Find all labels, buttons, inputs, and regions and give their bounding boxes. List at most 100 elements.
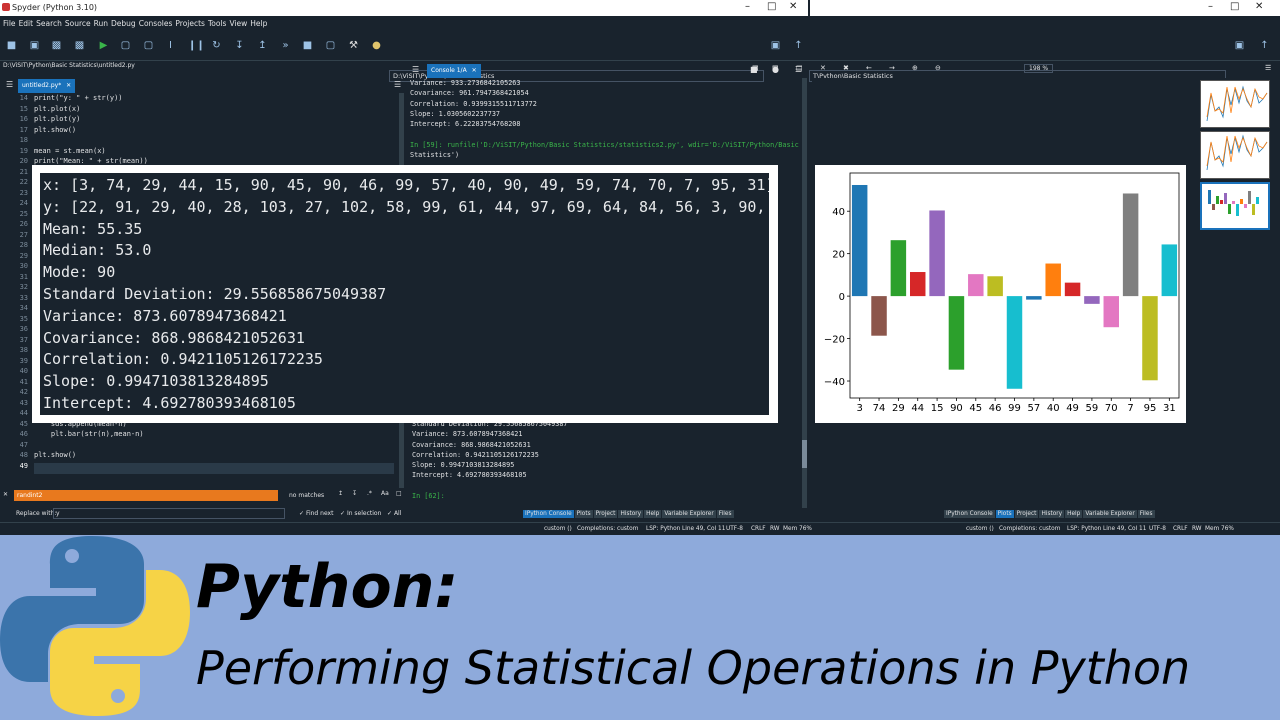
new-file-icon[interactable]: ■ (6, 40, 17, 51)
bottom-tab[interactable]: Help (644, 510, 662, 518)
find-next-icon[interactable]: ↧ (352, 490, 357, 497)
console-scrollbar-thumb[interactable] (802, 440, 807, 468)
bottom-tab[interactable]: Project (593, 510, 618, 518)
close-icon[interactable]: ✕ (789, 1, 797, 12)
menu-item[interactable]: Projects (175, 19, 205, 28)
output-line: Covariance: 868.9868421052631 (43, 328, 305, 347)
debug-icon[interactable]: ❙❙ (188, 40, 205, 51)
menu-item[interactable]: Edit (19, 19, 34, 28)
tab-untitled2[interactable]: untitled2.py* ✕ (18, 79, 76, 93)
line-number: 14 (19, 94, 28, 102)
line-number: 19 (19, 146, 28, 155)
menu-item[interactable]: Search (36, 19, 62, 28)
bottom-tab[interactable]: Plots (574, 510, 593, 518)
preferences-icon[interactable]: ⚒ (348, 40, 359, 51)
stop-icon[interactable]: ■ (302, 40, 313, 51)
parent-dir-icon[interactable]: ↑ (793, 40, 804, 51)
menu-item[interactable]: Source (65, 19, 91, 28)
parent-dir-icon-right[interactable]: ↑ (1259, 40, 1270, 51)
plots-save-all-icon[interactable]: ▩ (772, 64, 779, 72)
maximize-icon-right[interactable]: □ (1230, 1, 1239, 12)
save-icon[interactable]: ▩ (51, 40, 62, 51)
plot-thumbnail-3[interactable] (1200, 182, 1270, 230)
maximize-icon[interactable]: □ (767, 1, 776, 12)
tab-list-icon[interactable]: ☰ (6, 80, 13, 89)
line-number: 33 (19, 293, 28, 302)
menu-item[interactable]: Consoles (139, 19, 173, 28)
step-into-icon[interactable]: ↧ (234, 40, 245, 51)
word-icon[interactable]: □ (396, 490, 402, 497)
console-tab-close-icon[interactable]: ✕ (472, 67, 477, 74)
step-return-icon[interactable]: ↥ (257, 40, 268, 51)
run-selection-icon[interactable]: I (165, 40, 176, 51)
close-find-icon[interactable]: ✕ (3, 491, 8, 498)
menu-item[interactable]: Tools (208, 19, 226, 28)
open-file-icon[interactable]: ▣ (29, 40, 40, 51)
plots-prev-icon[interactable]: ← (866, 64, 872, 72)
menu-item[interactable]: View (229, 19, 247, 28)
bottom-tab[interactable]: History (618, 510, 644, 518)
plot-thumbnail-1[interactable] (1200, 80, 1270, 128)
plot-thumbnail-2[interactable] (1200, 131, 1270, 179)
x-tick-label: 45 (969, 403, 982, 414)
continue-icon[interactable]: » (280, 40, 291, 51)
minimize-icon-right[interactable]: – (1208, 1, 1213, 12)
replace-input[interactable]: y (53, 508, 285, 519)
menu-item[interactable]: Help (250, 19, 267, 28)
browse-folder-icon[interactable]: ▣ (770, 40, 781, 51)
regex-icon[interactable]: .* (367, 490, 372, 497)
bottom-tab[interactable]: Files (1137, 510, 1155, 518)
browse-folder-icon-right[interactable]: ▣ (1234, 40, 1245, 51)
save-all-icon[interactable]: ▩ (74, 40, 85, 51)
bottom-tab[interactable]: Plots (995, 510, 1014, 518)
console-list-icon[interactable]: ☰ (412, 65, 419, 74)
find-next-button[interactable]: ✓ Find next (299, 510, 333, 517)
python-path-icon[interactable]: ● (371, 40, 382, 51)
case-icon[interactable]: Aa (381, 490, 389, 497)
menu-item[interactable]: File (3, 19, 16, 28)
menu-item[interactable]: Run (94, 19, 108, 28)
plots-zoom-out-icon[interactable]: ⊖ (935, 64, 941, 72)
minimize-icon[interactable]: – (745, 1, 750, 12)
plots-options-icon[interactable]: ☰ (1265, 64, 1271, 72)
plots-next-icon[interactable]: → (889, 64, 895, 72)
maximize-pane-icon[interactable]: ▢ (325, 40, 336, 51)
console-line: Correlation: 0.9399315511713772 (410, 99, 537, 108)
run-icon[interactable]: ▶ (98, 40, 109, 51)
editor-options-icon[interactable]: ☰ (394, 80, 401, 89)
replace-all-button[interactable]: ✓ All (387, 510, 401, 517)
bottom-tab[interactable]: IPython Console (944, 510, 995, 518)
plots-remove-all-icon[interactable]: ✖ (843, 64, 849, 72)
output-line: Standard Deviation: 29.556858675049387 (43, 284, 387, 303)
close-icon-right[interactable]: ✕ (1255, 1, 1263, 12)
bottom-tab[interactable]: History (1039, 510, 1065, 518)
plots-remove-icon[interactable]: ✕ (820, 64, 826, 72)
line-number: 48 (19, 451, 28, 459)
find-input[interactable]: randint2 (14, 490, 278, 501)
bottom-tab[interactable]: Variable Explorer (662, 510, 716, 518)
line-number: 45 (19, 419, 28, 428)
plots-zoom-in-icon[interactable]: ⊕ (912, 64, 918, 72)
bottom-tab[interactable]: IPython Console (523, 510, 574, 518)
step-icon[interactable]: ↻ (211, 40, 222, 51)
menu-item[interactable]: Debug (111, 19, 136, 28)
run-cell-icon[interactable]: ▢ (120, 40, 131, 51)
plots-copy-icon[interactable]: □ (796, 64, 803, 72)
line-number: 32 (19, 283, 28, 291)
tab-console-1a[interactable]: Console 1/A ✕ (427, 64, 481, 78)
line-number: 21 (19, 167, 28, 176)
bottom-tab[interactable]: Files (716, 510, 734, 518)
run-cell-advance-icon[interactable]: ▢ (143, 40, 154, 51)
bottom-tab[interactable]: Variable Explorer (1083, 510, 1137, 518)
window-title: Spyder (Python 3.10) (12, 3, 98, 12)
in-selection-button[interactable]: ✓ In selection (340, 510, 381, 517)
find-prev-icon[interactable]: ↥ (338, 490, 343, 497)
bar (948, 296, 965, 370)
bottom-tab[interactable]: Project (1014, 510, 1039, 518)
tab-close-icon[interactable]: ✕ (66, 82, 71, 89)
plots-zoom-value[interactable]: 198 % (1024, 64, 1054, 73)
bottom-tab[interactable]: Help (1065, 510, 1083, 518)
code-line: plt.show() (34, 125, 77, 134)
plots-save-icon[interactable]: ▩ (752, 64, 759, 72)
